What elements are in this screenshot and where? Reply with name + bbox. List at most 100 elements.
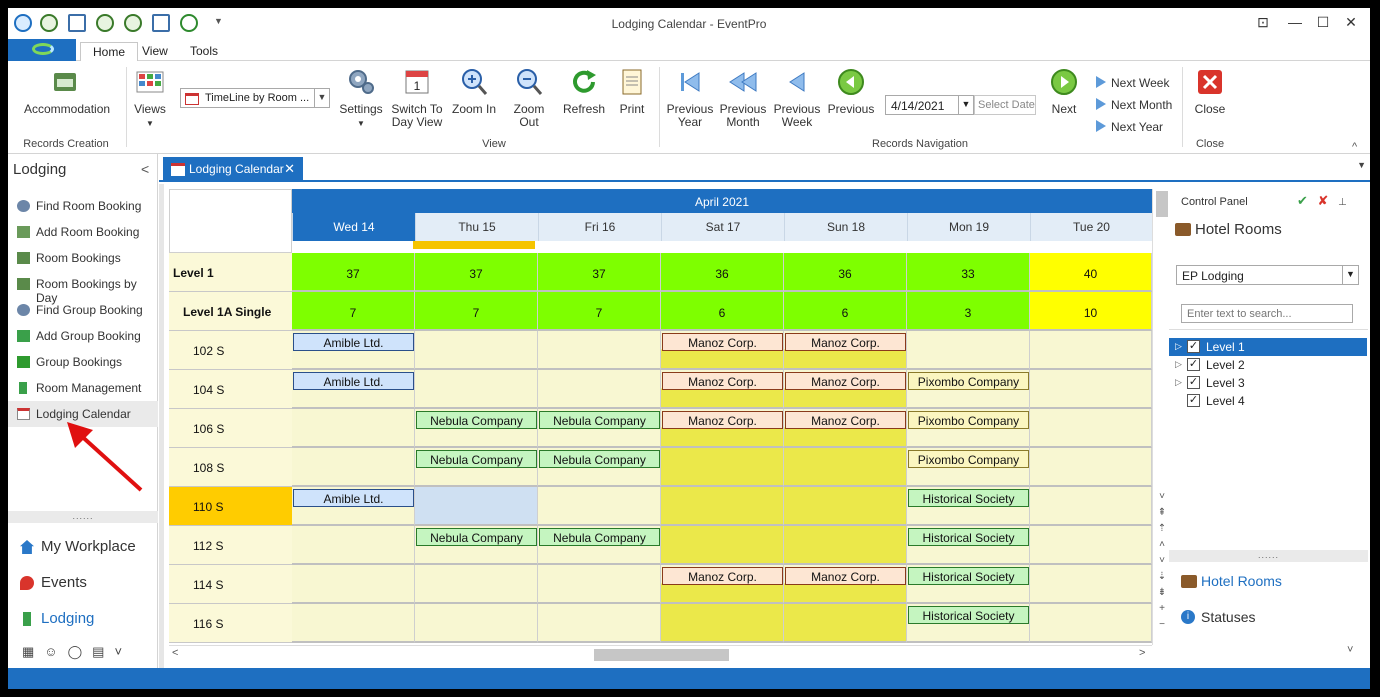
tab-lodging-calendar[interactable]: Lodging Calendar ✕ — [163, 157, 303, 182]
room-row-header[interactable]: 104 S — [169, 370, 292, 409]
room-day-cell[interactable] — [538, 487, 661, 526]
room-day-cell[interactable] — [292, 565, 415, 604]
sidebar-item-group-bookings[interactable]: Group Bookings — [8, 349, 158, 375]
sidebar-item-find-group-booking[interactable]: Find Group Booking — [8, 297, 158, 323]
hotel-rooms-section[interactable]: Hotel Rooms — [1181, 573, 1282, 589]
scroll-top-icon[interactable]: ⇞ — [1153, 507, 1169, 518]
day-header[interactable]: Sat 17 — [661, 213, 784, 241]
room-day-cell[interactable] — [538, 370, 661, 409]
room-day-cell[interactable] — [784, 526, 907, 565]
close-tab-icon[interactable]: ✕ — [284, 161, 295, 177]
room-day-cell[interactable] — [292, 526, 415, 565]
room-day-cell[interactable] — [415, 565, 538, 604]
room-day-cell[interactable] — [1030, 526, 1152, 565]
module-my-workplace[interactable]: My Workplace — [8, 532, 158, 562]
close-window-button[interactable]: ✕ — [1341, 14, 1361, 32]
room-day-cell[interactable] — [784, 448, 907, 487]
room-day-cell[interactable] — [1030, 409, 1152, 448]
level-item[interactable]: ✓ Level 4 — [1169, 392, 1367, 410]
select-date-button[interactable]: Select Date — [974, 95, 1036, 115]
previous-week-button[interactable]: Previous Week — [773, 67, 821, 129]
checkbox[interactable]: ✓ — [1187, 358, 1200, 371]
contacts-icon[interactable]: ☺ — [44, 644, 67, 659]
application-menu-button[interactable] — [8, 39, 76, 61]
chevron-down-icon[interactable]: ˅ — [114, 644, 132, 659]
room-day-cell[interactable] — [292, 448, 415, 487]
room-day-cell[interactable] — [1030, 565, 1152, 604]
room-day-cell[interactable] — [415, 331, 538, 370]
next-week-button[interactable]: Next Week — [1096, 76, 1169, 90]
booking-block[interactable]: Pixombo Company — [908, 372, 1029, 390]
zoom-out-button[interactable]: Zoom Out — [503, 67, 555, 129]
previous-button[interactable]: Previous — [827, 67, 875, 116]
room-day-cell[interactable] — [661, 604, 784, 643]
tabs-dropdown-icon[interactable]: ▼ — [1357, 160, 1366, 170]
day-header[interactable]: Wed 14 — [292, 213, 415, 241]
room-day-cell[interactable] — [538, 331, 661, 370]
room-day-cell[interactable] — [1030, 448, 1152, 487]
zoom-minus-icon[interactable]: − — [1153, 619, 1169, 630]
next-button[interactable]: Next — [1044, 67, 1084, 116]
tab-view[interactable]: View — [130, 42, 180, 61]
room-day-cell[interactable] — [292, 604, 415, 643]
room-row-header[interactable]: 102 S — [169, 331, 292, 370]
room-row-header[interactable]: 110 S — [169, 487, 292, 526]
room-day-cell[interactable] — [415, 487, 538, 526]
day-header[interactable]: Fri 16 — [538, 213, 661, 241]
booking-block[interactable]: Historical Society — [908, 489, 1029, 507]
checkbox[interactable]: ✓ — [1187, 394, 1200, 407]
date-field[interactable]: 4/14/2021 ▼ — [885, 95, 974, 115]
search-input[interactable]: Enter text to search... — [1181, 304, 1353, 323]
scroll-down-small-icon[interactable]: ˅ — [1153, 555, 1169, 566]
minimize-button[interactable]: — — [1285, 14, 1305, 32]
booking-block[interactable]: Nebula Company — [539, 450, 660, 468]
booking-block[interactable]: Manoz Corp. — [785, 567, 906, 585]
room-day-cell[interactable] — [661, 448, 784, 487]
booking-block[interactable]: Historical Society — [908, 567, 1029, 585]
booking-block[interactable]: Nebula Company — [416, 528, 537, 546]
zoom-in-button[interactable]: Zoom In — [451, 67, 497, 116]
collapse-ribbon-icon[interactable]: ^ — [1352, 141, 1357, 153]
next-year-button[interactable]: Next Year — [1096, 120, 1163, 134]
print-button[interactable]: Print — [614, 67, 650, 116]
room-day-cell[interactable] — [1030, 487, 1152, 526]
restore-ribbon-button[interactable]: ⊡ — [1253, 14, 1273, 32]
module-events[interactable]: Events — [8, 568, 158, 598]
room-row-header[interactable]: 114 S — [169, 565, 292, 604]
booking-block[interactable]: Manoz Corp. — [662, 333, 783, 351]
scroll-thumb[interactable] — [1156, 191, 1168, 217]
room-day-cell[interactable] — [1030, 604, 1152, 643]
room-day-cell[interactable] — [292, 409, 415, 448]
sidebar-item-lodging-calendar[interactable]: Lodging Calendar — [8, 401, 158, 427]
module-lodging[interactable]: Lodging — [8, 604, 158, 634]
chevron-down-icon[interactable]: ▼ — [1342, 266, 1358, 284]
booking-block[interactable]: Historical Society — [908, 528, 1029, 546]
scroll-bottom-icon[interactable]: ⇟ — [1153, 587, 1169, 598]
room-day-cell[interactable] — [661, 487, 784, 526]
check-all-icon[interactable]: ✔ — [1297, 193, 1308, 208]
previous-month-button[interactable]: Previous Month — [718, 67, 768, 129]
views-combo[interactable]: TimeLine by Room ... ▼ — [180, 88, 330, 108]
chat-icon[interactable]: ◯ — [68, 644, 93, 659]
booking-block[interactable]: Historical Society — [908, 606, 1029, 624]
sidebar-item-add-group-booking[interactable]: Add Group Booking — [8, 323, 158, 349]
uncheck-all-icon[interactable]: ✘ — [1318, 193, 1329, 208]
booking-block[interactable]: Pixombo Company — [908, 450, 1029, 468]
room-row-header[interactable]: 106 S — [169, 409, 292, 448]
room-day-cell[interactable] — [415, 370, 538, 409]
day-header[interactable]: Mon 19 — [907, 213, 1030, 241]
statuses-section[interactable]: i Statuses — [1181, 609, 1255, 625]
clipboard-icon[interactable]: ▤ — [92, 644, 114, 659]
pin-icon[interactable]: ⊥ — [1338, 197, 1347, 208]
room-row-header[interactable]: 116 S — [169, 604, 292, 643]
accommodation-button[interactable]: Accommodation — [24, 67, 110, 116]
close-button[interactable]: Close — [1190, 67, 1230, 116]
booking-block[interactable]: Nebula Company — [539, 528, 660, 546]
scroll-right-icon[interactable]: > — [1139, 647, 1145, 659]
booking-block[interactable]: Nebula Company — [416, 411, 537, 429]
room-day-cell[interactable] — [661, 526, 784, 565]
building-icon[interactable]: ▦ — [22, 644, 44, 659]
maximize-button[interactable]: ☐ — [1313, 14, 1333, 32]
sidebar-item-add-room-booking[interactable]: Add Room Booking — [8, 219, 158, 245]
horizontal-scrollbar[interactable]: < > — [169, 645, 1152, 663]
